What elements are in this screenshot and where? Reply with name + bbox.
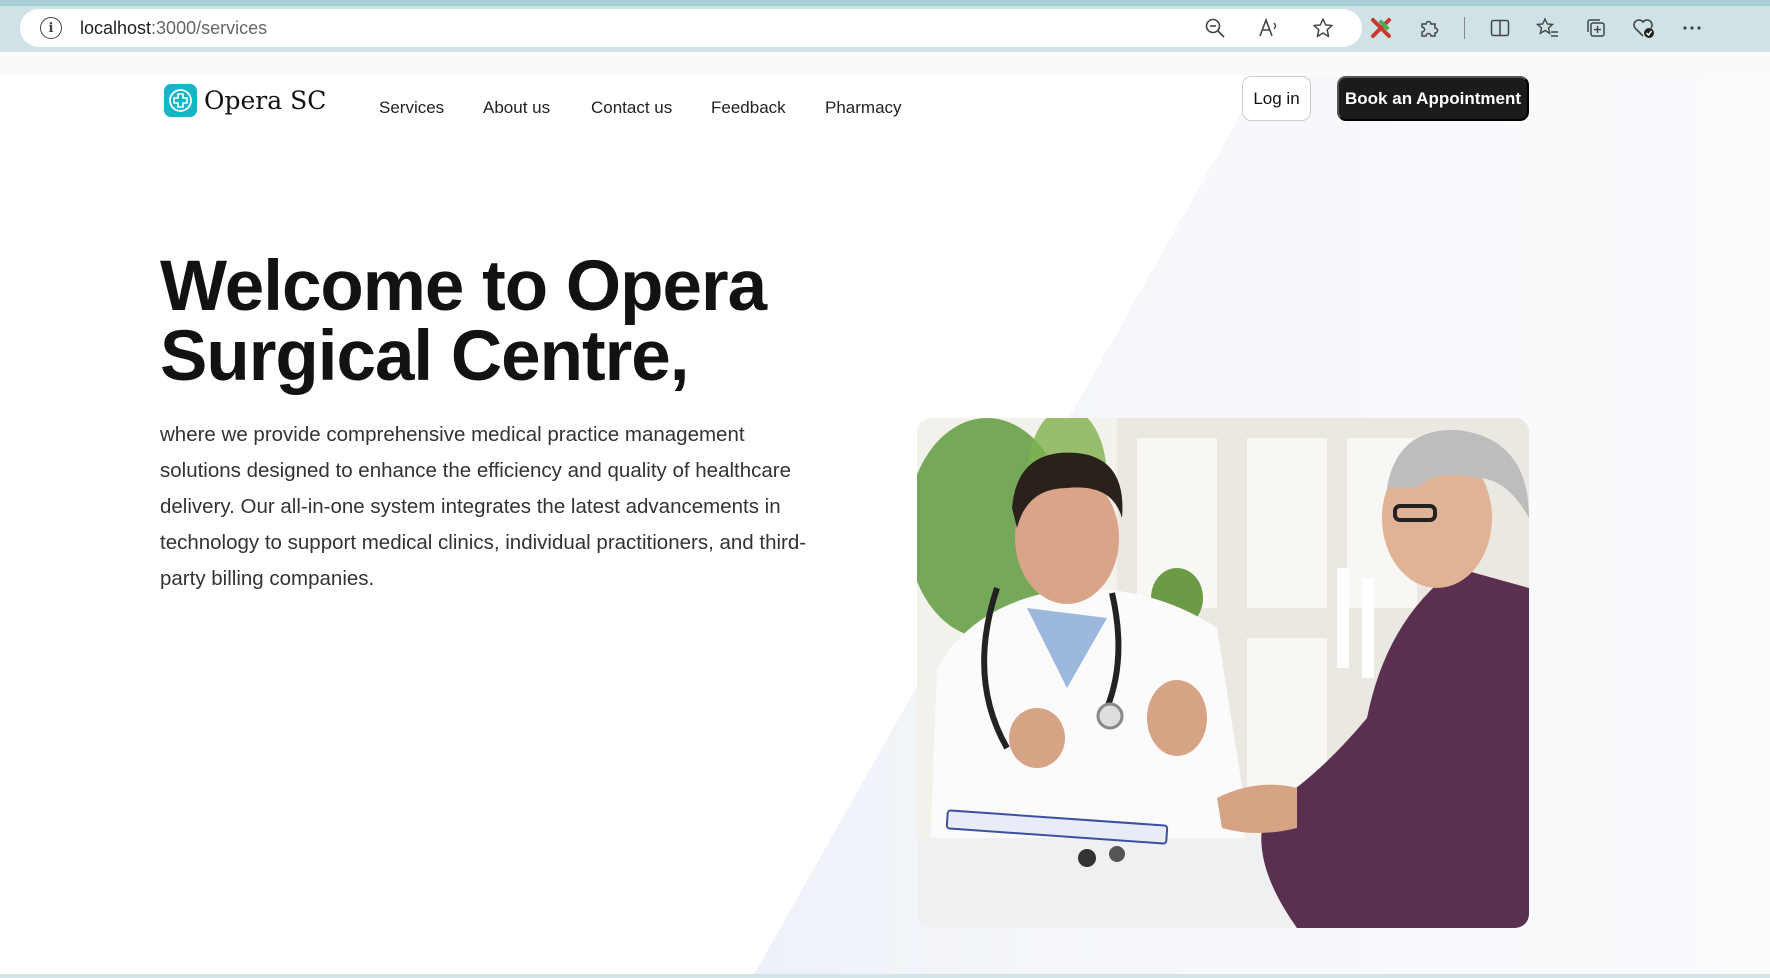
brand-logo[interactable]: Opera SC: [164, 84, 326, 117]
browser-toolbar: i localhost:3000/services: [0, 0, 1770, 52]
extension-colored-icon[interactable]: [1368, 15, 1394, 41]
hero-description: where we provide comprehensive medical p…: [160, 423, 807, 590]
favorite-star-icon[interactable]: [1310, 15, 1336, 41]
split-screen-icon[interactable]: [1487, 15, 1513, 41]
doctor-consultation-image: [917, 418, 1529, 928]
zoom-out-icon[interactable]: [1202, 15, 1228, 41]
site-navbar: Opera SC Services About us Contact us Fe…: [0, 76, 1770, 136]
brand-name: Opera SC: [204, 86, 327, 115]
login-button[interactable]: Log in: [1242, 76, 1311, 121]
nav-link-feedback[interactable]: Feedback: [711, 98, 786, 118]
read-aloud-icon[interactable]: [1256, 15, 1282, 41]
page-bottom-divider: [0, 974, 1770, 978]
hero-title: Welcome to Opera Surgical Centre,: [160, 247, 767, 396]
book-appointment-button[interactable]: Book an Appointment: [1337, 76, 1529, 121]
nav-link-about-us[interactable]: About us: [483, 98, 550, 118]
more-menu-icon[interactable]: [1679, 15, 1705, 41]
extensions-puzzle-icon[interactable]: [1416, 15, 1442, 41]
favorites-list-icon[interactable]: [1535, 15, 1561, 41]
address-bar[interactable]: i localhost:3000/services: [20, 9, 1362, 47]
info-icon[interactable]: i: [40, 17, 62, 39]
page-content: Opera SC Services About us Contact us Fe…: [0, 52, 1770, 978]
medical-cross-logo-icon: [164, 84, 197, 117]
nav-link-services[interactable]: Services: [379, 98, 444, 118]
nav-link-contact-us[interactable]: Contact us: [591, 98, 672, 118]
url-text[interactable]: localhost:3000/services: [80, 18, 267, 39]
browser-essentials-icon[interactable]: [1631, 15, 1657, 41]
collections-icon[interactable]: [1583, 15, 1609, 41]
toolbar-divider: [1464, 17, 1465, 39]
nav-link-pharmacy[interactable]: Pharmacy: [825, 98, 902, 118]
